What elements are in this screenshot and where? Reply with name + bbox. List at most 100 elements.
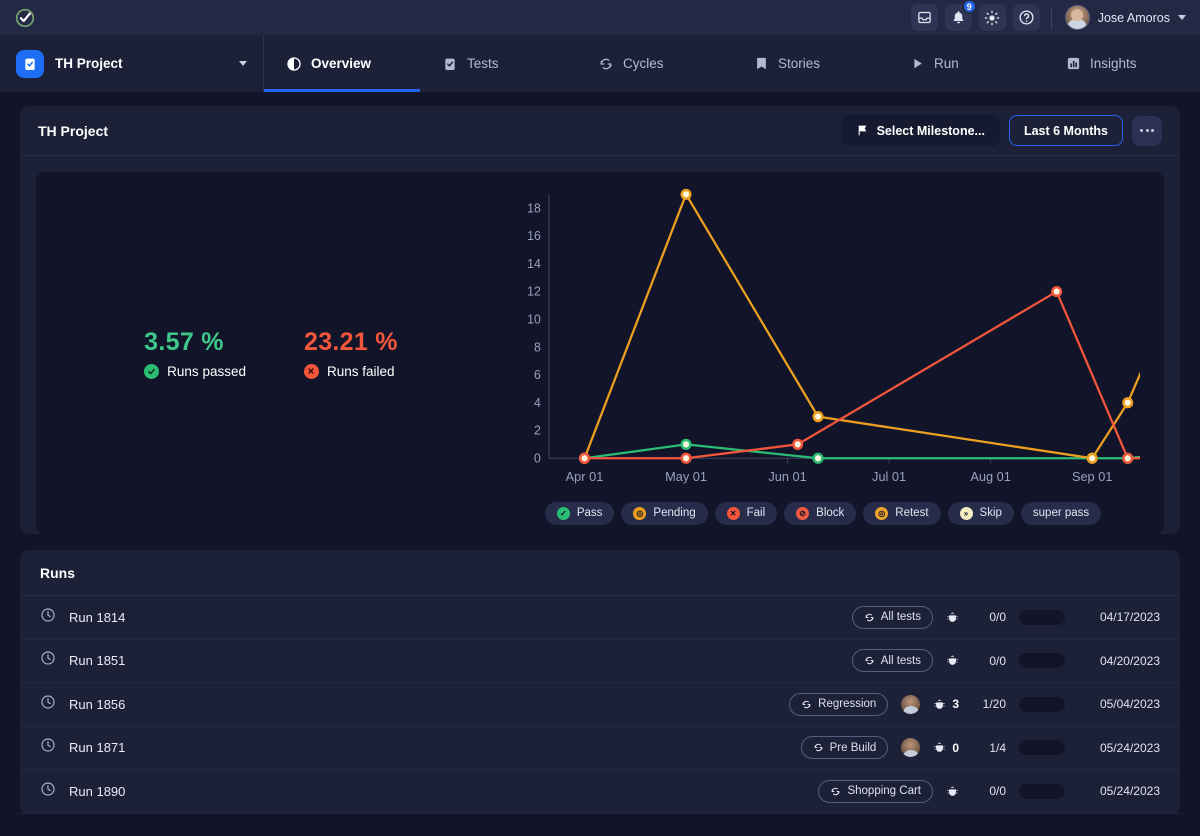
suite-badge[interactable]: All tests [851,649,933,673]
button-label: Last 6 Months [1023,123,1108,138]
run-row-right: All tests 0/0 04/17/2023 [851,605,1160,629]
select-milestone-button[interactable]: Select Milestone... [840,115,1000,146]
bug-count-group [946,785,959,798]
run-date: 05/04/2023 [1099,697,1160,712]
bug-icon [934,699,945,709]
clock-icon [41,782,55,796]
refresh-icon [865,613,873,621]
svg-text:14: 14 [527,257,541,271]
more-options-button[interactable] [1132,115,1162,146]
progress-bar [1019,609,1065,625]
clock-icon-wrap [40,737,56,758]
suite-label: All tests [880,654,921,667]
table-row[interactable]: Run 1856 Regression 3 1/20 05/04/2023 [20,683,1180,727]
legend-item-pending[interactable]: ◎ Pending [621,501,708,525]
suite-badge[interactable]: Pre Build [800,736,889,760]
svg-text:Sep 01: Sep 01 [1072,469,1112,484]
legend-item-fail[interactable]: ✕ Fail [714,501,778,525]
app-logo[interactable] [14,7,36,29]
tests-counter: 0/0 [989,610,1006,625]
date-range-button[interactable]: Last 6 Months [1008,115,1123,146]
suite-label: Shopping Cart [847,785,921,798]
clock-icon-wrap [40,694,56,715]
legend-status-icon: ✕ [726,506,740,520]
table-row[interactable]: Run 1890 Shopping Cart 0/0 05/24/2023 [20,770,1180,814]
run-row-right: All tests 0/0 04/20/2023 [851,649,1160,673]
assignee-avatar [901,738,921,758]
user-menu[interactable]: Jose Amoros [1064,5,1190,30]
suite-label: Pre Build [829,741,877,754]
legend-item-pass[interactable]: ✓ Pass [544,501,615,525]
clipboard-check-icon [445,58,455,70]
svg-text:18: 18 [527,201,541,215]
help-button[interactable] [1012,4,1040,31]
run-row-left: Run 1851 [40,650,852,671]
notifications-button[interactable]: 9 [944,0,977,31]
bug-count-group [946,654,959,667]
clipboard-check-icon [16,49,44,78]
theme-toggle-button[interactable] [978,4,1006,31]
stat-label: Runs passed [167,363,246,379]
tab-insights[interactable]: Insights [1044,35,1200,92]
tab-cycles[interactable]: Cycles [576,35,732,92]
run-row-right: Regression 3 1/20 05/04/2023 [789,692,1160,716]
svg-text:6: 6 [534,368,541,382]
clock-icon [41,651,55,665]
inbox-icon-button[interactable] [910,4,938,31]
legend-label: Pass [576,507,603,520]
svg-text:12: 12 [527,285,541,299]
svg-text:8: 8 [534,340,541,354]
stat-runs-passed: 3.57 % Runs passed [144,328,246,379]
tab-overview[interactable]: Overview [264,35,420,92]
dot-icon [1151,129,1154,132]
bug-count: 0 [952,740,959,755]
run-name: Run 1890 [69,783,126,799]
legend-item-skip[interactable]: » Skip [947,501,1014,525]
tab-tests[interactable]: Tests [420,35,576,92]
tests-counter: 0/0 [989,784,1006,799]
bug-count: 3 [952,697,959,712]
bug-icon [947,655,958,666]
theme-sun-icon [984,10,1000,25]
tab-stories[interactable]: Stories [732,35,888,92]
nav-tabs: Overview Tests Cycles Stories Run Insigh… [264,35,1200,92]
assignee-avatar [901,694,921,714]
check-circle-icon [144,363,160,379]
suite-label: All tests [880,611,921,624]
suite-badge[interactable]: All tests [851,605,933,629]
suite-badge[interactable]: Shopping Cart [818,779,933,803]
project-selector[interactable]: TH Project [0,35,264,92]
stats-summary: 3.57 % Runs passed 23.21 % Runs failed [36,172,506,534]
inbox-icon [917,11,931,24]
refresh-icon [802,700,811,708]
run-name: Run 1871 [69,740,126,756]
tab-run[interactable]: Run [888,35,1044,92]
legend-item-super-pass[interactable]: super pass [1020,501,1102,525]
chart-panel: 3.57 % Runs passed 23.21 % Runs failed 0… [36,172,1200,534]
button-label: Select Milestone... [876,123,985,138]
legend-label: Retest [895,507,929,520]
svg-text:10: 10 [527,312,541,326]
suite-badge[interactable]: Regression [789,692,889,716]
runs-trend-chart: 0 2 4 6 8 10 12 14 16 18 Apr 01 May 01 Jun 01 Jul 01 A… [506,172,1200,534]
run-date: 05/24/2023 [1099,784,1160,799]
bar-chart-icon [1067,57,1080,70]
stat-label: Runs failed [326,363,395,379]
nav-bar: TH Project Overview Tests Cycles Stories… [0,35,1200,92]
avatar [1064,5,1090,30]
table-row[interactable]: Run 1851 All tests 0/0 04/20/2023 [20,640,1180,683]
legend-item-block[interactable]: ⊘ Block [784,501,857,525]
legend-status-icon: ⊘ [796,506,810,520]
tests-counter: 0/0 [989,653,1006,668]
svg-text:0: 0 [534,451,541,465]
clock-icon [41,608,55,622]
table-row[interactable]: Run 1871 Pre Build 0 1/4 05/24/2023 [20,727,1180,770]
dot-icon [1145,129,1149,132]
table-row[interactable]: Run 1814 All tests 0/0 04/17/2023 [20,596,1180,640]
svg-text:4: 4 [534,396,541,410]
legend-item-retest[interactable]: ◎ Retest [863,501,941,525]
stat-value: 23.21 % [303,327,398,356]
close-circle-icon [303,363,319,379]
tests-counter: 1/4 [989,740,1006,755]
flag-icon [858,125,866,136]
